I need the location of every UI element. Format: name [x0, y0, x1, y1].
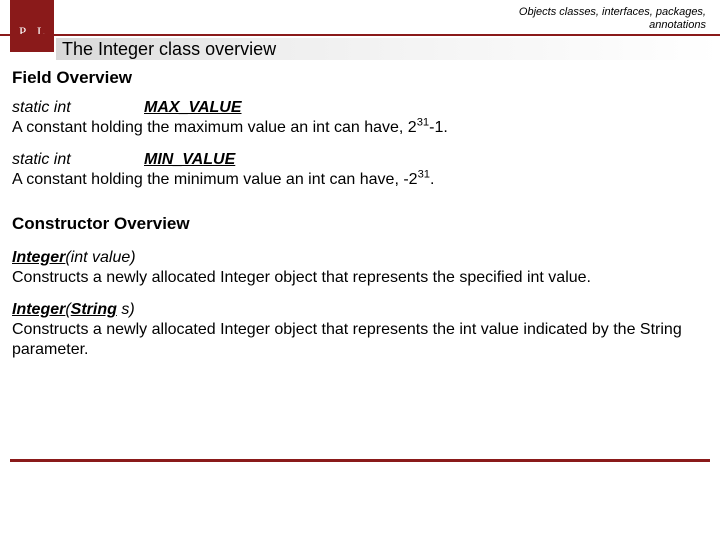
constructors-heading: Constructor Overview	[12, 214, 708, 234]
field-entry: static int MIN_VALUE A constant holding …	[12, 150, 708, 190]
topic-caption: Objects classes, interfaces, packages, a…	[519, 6, 706, 31]
field-signature: static int MIN_VALUE	[12, 150, 708, 170]
field-type: static int	[12, 150, 144, 170]
constructor-signature: Integer(int value)	[12, 248, 708, 268]
field-name: MIN_VALUE	[144, 150, 235, 170]
param-type-link[interactable]: String	[71, 301, 117, 318]
constructor-link[interactable]: Integer	[12, 249, 65, 266]
page-title: The Integer class overview	[56, 38, 720, 60]
university-logo: P L	[10, 0, 54, 52]
desc-text-post: .	[430, 171, 434, 188]
field-name: MAX_VALUE	[144, 98, 242, 118]
exponent: 31	[417, 117, 429, 129]
topic-line-1: Objects classes, interfaces, packages,	[519, 6, 706, 18]
footer-rule	[10, 459, 710, 462]
topic-line-2: annotations	[649, 19, 706, 31]
constructor-entry: Integer(String s) Constructs a newly all…	[12, 300, 708, 360]
desc-text: A constant holding the maximum value an …	[12, 119, 417, 136]
desc-text-post: -1.	[429, 119, 448, 136]
constructor-params: (int value)	[65, 249, 135, 266]
exponent: 31	[418, 169, 430, 181]
logo-letters: P L	[10, 24, 54, 40]
header-rule	[0, 34, 720, 36]
constructor-description: Constructs a newly allocated Integer obj…	[12, 268, 708, 288]
content-area: Field Overview static int MAX_VALUE A co…	[0, 56, 720, 360]
constructor-link[interactable]: Integer	[12, 301, 65, 318]
desc-text: A constant holding the minimum value an …	[12, 171, 418, 188]
field-type: static int	[12, 98, 144, 118]
field-entry: static int MAX_VALUE A constant holding …	[12, 98, 708, 138]
constructor-signature: Integer(String s)	[12, 300, 708, 320]
slide-header: P L Objects classes, interfaces, package…	[0, 0, 720, 56]
field-signature: static int MAX_VALUE	[12, 98, 708, 118]
field-description: A constant holding the minimum value an …	[12, 170, 708, 190]
fields-heading: Field Overview	[12, 68, 708, 88]
constructor-entry: Integer(int value) Constructs a newly al…	[12, 248, 708, 288]
field-description: A constant holding the maximum value an …	[12, 118, 708, 138]
param-rest: s)	[117, 301, 135, 318]
constructor-description: Constructs a newly allocated Integer obj…	[12, 320, 708, 360]
